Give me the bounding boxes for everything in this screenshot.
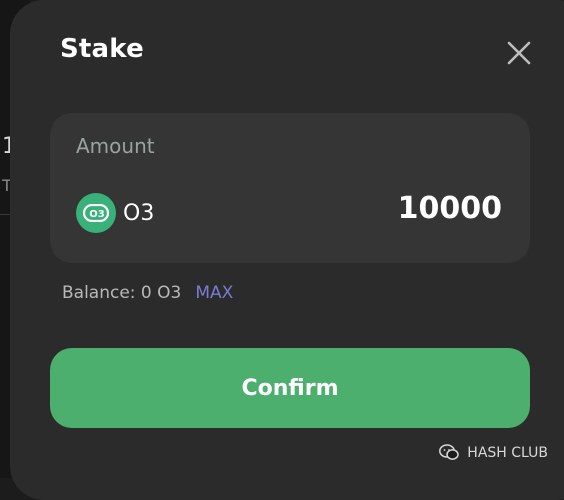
close-button[interactable] <box>504 38 534 68</box>
modal-title: Stake <box>60 34 144 64</box>
token-symbol: O3 <box>123 200 155 226</box>
balance-row: Balance: 0 O3 MAX <box>62 283 233 303</box>
token-selector[interactable]: O3 O3 <box>76 193 154 233</box>
watermark: HASH CLUB <box>439 444 548 461</box>
watermark-text: HASH CLUB <box>467 444 548 461</box>
o3-token-icon: O3 <box>76 193 116 233</box>
o3-logo-mark: O3 <box>83 204 109 222</box>
amount-input[interactable]: 10000 <box>398 191 502 226</box>
amount-card: Amount O3 O3 10000 <box>50 113 530 263</box>
balance-label: Balance: 0 O3 <box>62 283 182 303</box>
o3-logo-text: O3 <box>89 209 105 220</box>
wechat-icon <box>439 444 460 460</box>
confirm-button[interactable]: Confirm <box>50 348 530 428</box>
amount-label: Amount <box>76 134 155 158</box>
max-button[interactable]: MAX <box>195 283 233 303</box>
close-icon <box>507 41 531 65</box>
